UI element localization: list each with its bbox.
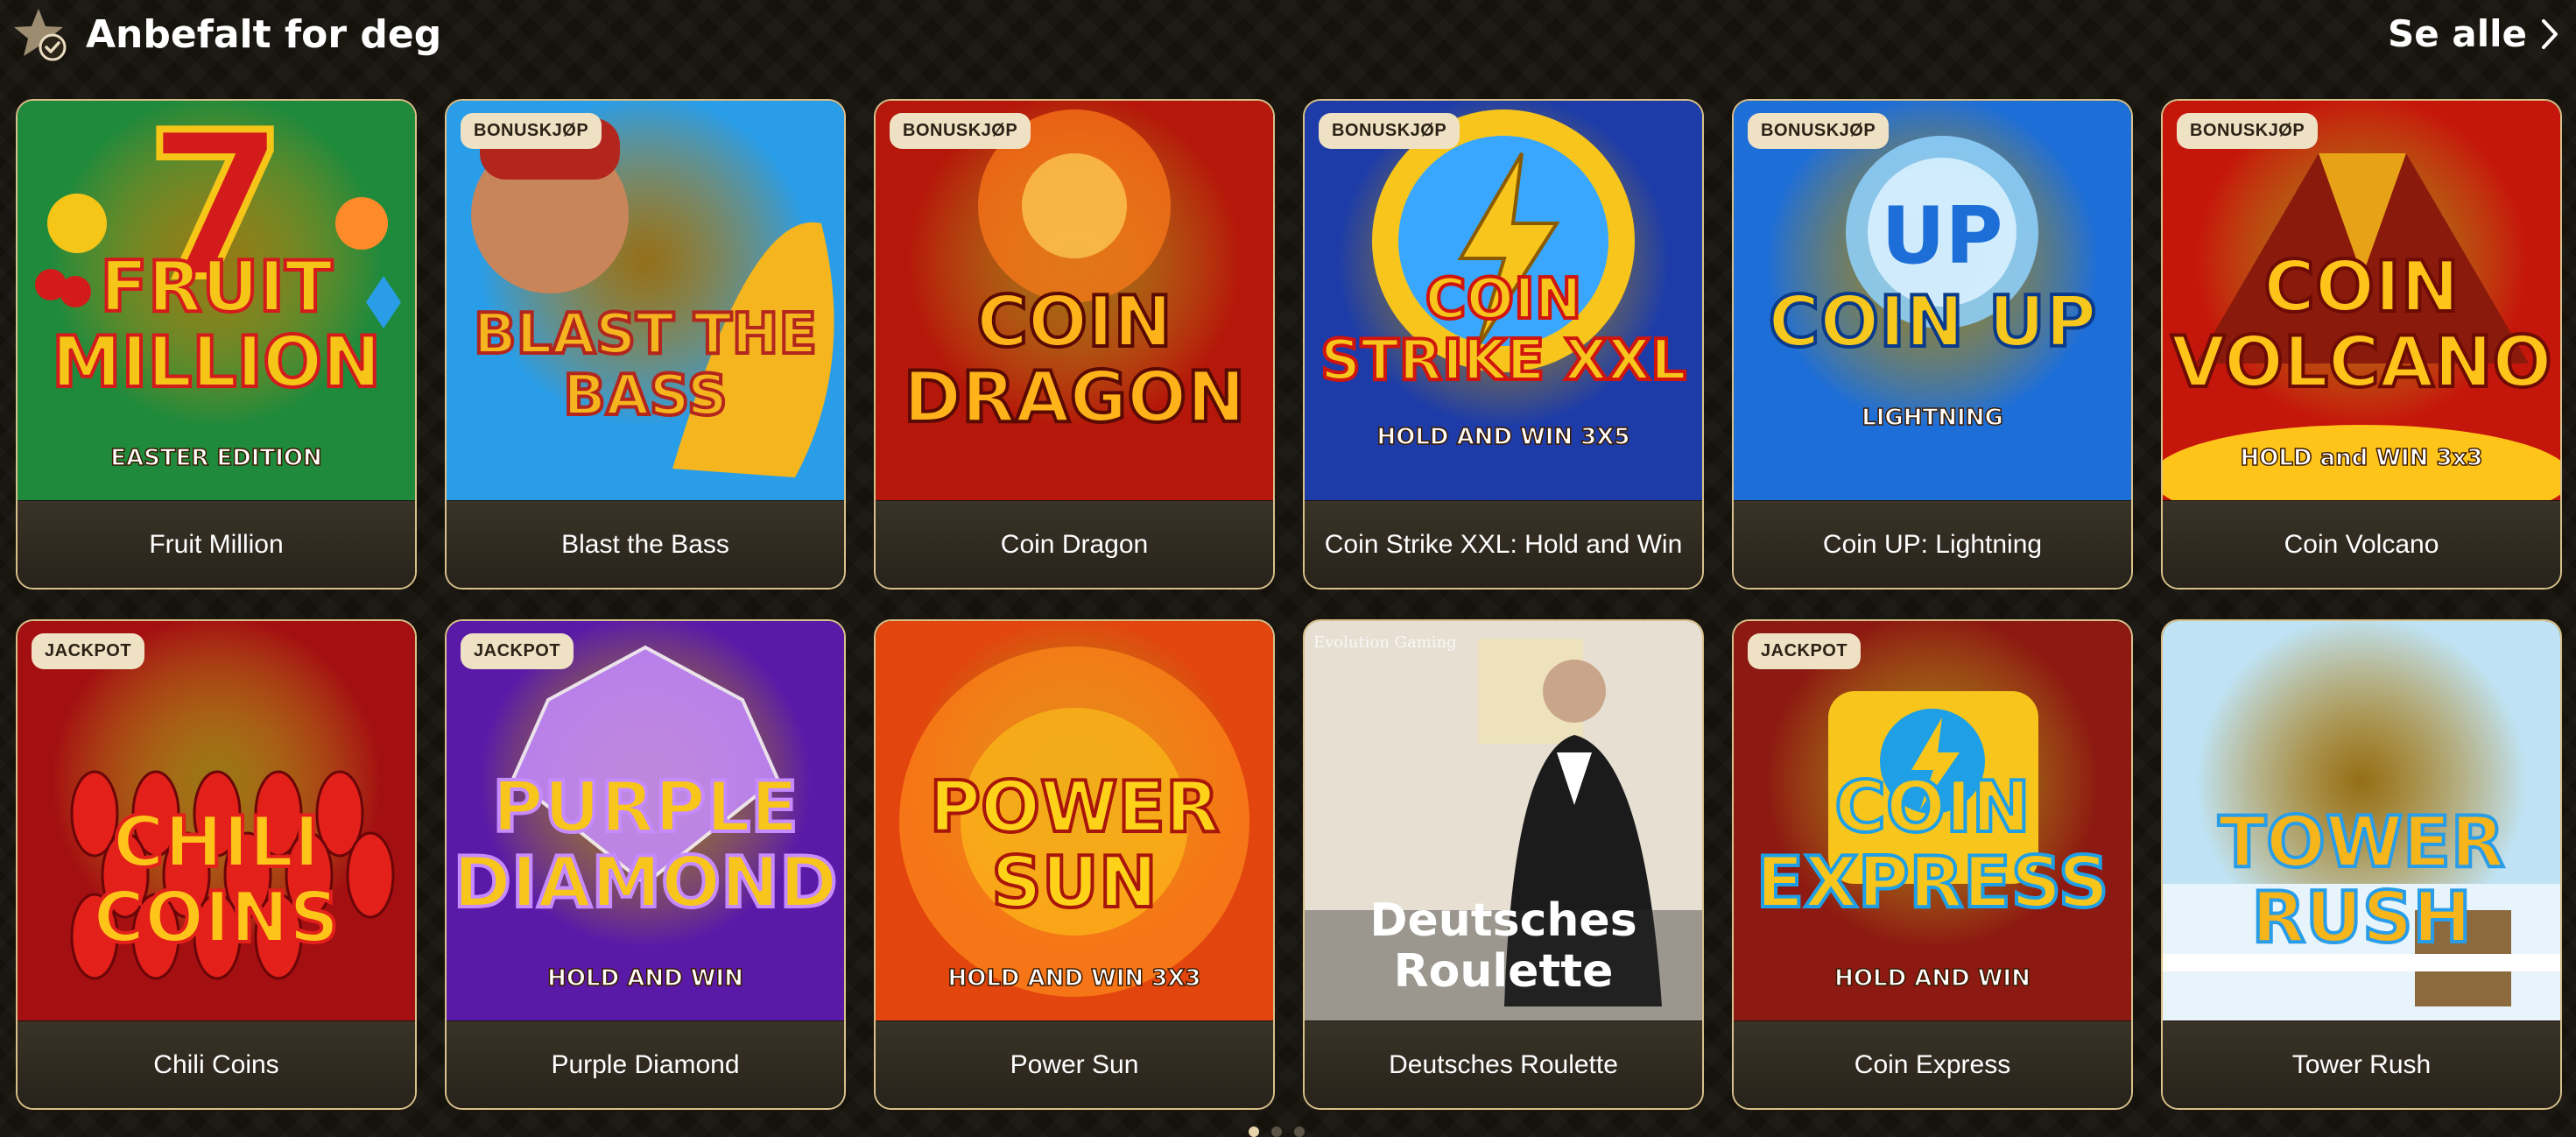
section-header: Anbefalt for deg Se alle: [0, 0, 2576, 79]
game-card[interactable]: PURPLE DIAMOND HOLD AND WIN JACKPOT Purple…: [445, 619, 846, 1110]
carousel-pager: [1249, 1126, 1305, 1137]
svg-text:BASS: BASS: [563, 364, 728, 428]
game-card-footer: Coin Express: [1734, 1020, 2131, 1108]
game-card[interactable]: 7 FRUIT MILLION EASTER EDITION Fruit Mill…: [16, 99, 417, 590]
svg-text:HOLD AND WIN 3X5: HOLD AND WIN 3X5: [1377, 424, 1630, 450]
svg-text:LIGHTNING: LIGHTNING: [1862, 405, 2003, 431]
game-grid: 7 FRUIT MILLION EASTER EDITION Fruit Mill…: [16, 99, 2562, 1110]
svg-text:HOLD AND WIN 3X3: HOLD AND WIN 3X3: [948, 965, 1201, 992]
svg-text:UP: UP: [1881, 190, 2002, 282]
game-name: Coin Express: [1854, 1049, 2011, 1079]
game-thumbnail[interactable]: COIN STRIKE XXL HOLD AND WIN 3X5: [1305, 101, 1702, 502]
svg-text:COIN: COIN: [1425, 267, 1582, 332]
game-name: Deutsches Roulette: [1389, 1049, 1618, 1079]
see-all-link[interactable]: Se alle: [2388, 12, 2560, 55]
game-thumbnail[interactable]: BLAST THE BASS: [447, 101, 844, 502]
see-all-label: Se alle: [2388, 12, 2527, 55]
game-card[interactable]: BLAST THE BASS BONUSKJØP Blast the Bass: [445, 99, 846, 590]
svg-text:FRUIT: FRUIT: [100, 246, 333, 328]
game-thumbnail[interactable]: Evolution Gaming Deutsches Roulette: [1305, 621, 1702, 1022]
game-card[interactable]: TOWER RUSH Tower Rush: [2161, 619, 2562, 1110]
game-card[interactable]: CHILI COINS JACKPOT Chili Coins: [16, 619, 417, 1110]
svg-text:RUSH: RUSH: [2251, 877, 2471, 958]
game-thumbnail[interactable]: TOWER RUSH: [2163, 621, 2560, 1022]
game-card-footer: Tower Rush: [2163, 1020, 2560, 1108]
game-thumbnail[interactable]: COIN EXPRESS HOLD AND WIN: [1734, 621, 2131, 1022]
svg-text:PURPLE: PURPLE: [492, 766, 798, 848]
svg-text:Evolution Gaming: Evolution Gaming: [1313, 633, 1457, 652]
game-thumbnail[interactable]: 7 FRUIT MILLION EASTER EDITION: [18, 101, 415, 502]
game-name: Fruit Million: [149, 529, 284, 559]
svg-text:MILLION: MILLION: [52, 321, 381, 403]
game-card[interactable]: COIN STRIKE XXL HOLD AND WIN 3X5 BONUSKJØ…: [1303, 99, 1704, 590]
game-card[interactable]: POWER SUN HOLD AND WIN 3X3 Power Sun: [874, 619, 1275, 1110]
svg-text:POWER: POWER: [929, 766, 1219, 848]
svg-text:Roulette: Roulette: [1394, 945, 1614, 998]
game-name: Blast the Bass: [561, 529, 729, 559]
svg-text:DRAGON: DRAGON: [904, 357, 1246, 438]
game-name: Coin Strike XXL: Hold and Win: [1324, 529, 1683, 559]
game-badge: BONUSKJØP: [1748, 113, 1890, 149]
star-check-icon: [14, 9, 67, 61]
svg-text:COINS: COINS: [93, 877, 339, 958]
pager-dot[interactable]: [1271, 1126, 1282, 1137]
game-card[interactable]: COIN VOLCANO HOLD and WIN 3x3 BONUSKJØP Co…: [2161, 99, 2562, 590]
game-thumbnail[interactable]: PURPLE DIAMOND HOLD AND WIN: [447, 621, 844, 1022]
game-card-footer: Chili Coins: [18, 1020, 415, 1108]
game-name: Coin Dragon: [1000, 529, 1149, 559]
pager-dot[interactable]: [1249, 1126, 1259, 1137]
game-card-footer: Coin Strike XXL: Hold and Win: [1305, 500, 1702, 588]
svg-text:EXPRESS: EXPRESS: [1756, 842, 2109, 923]
game-card[interactable]: COIN DRAGON BONUSKJØP Coin Dragon: [874, 99, 1275, 590]
game-name: Power Sun: [1010, 1049, 1139, 1079]
game-card-footer: Coin UP: Lightning: [1734, 500, 2131, 588]
game-card[interactable]: UP COIN UP LIGHTNING BONUSKJØP Coin UP: L…: [1732, 99, 2133, 590]
svg-text:Deutsches: Deutsches: [1369, 894, 1636, 947]
svg-text:STRIKE XXL: STRIKE XXL: [1320, 328, 1686, 393]
game-name: Chili Coins: [153, 1049, 279, 1079]
game-card-footer: Deutsches Roulette: [1305, 1020, 1702, 1108]
section-title: Anbefalt for deg: [86, 12, 442, 57]
chevron-right-icon: [2542, 18, 2558, 49]
svg-text:VOLCANO: VOLCANO: [2171, 321, 2551, 403]
game-thumbnail[interactable]: CHILI COINS: [18, 621, 415, 1022]
game-badge: BONUSKJØP: [2177, 113, 2319, 149]
svg-text:CHILI: CHILI: [113, 802, 320, 883]
game-card-footer: Blast the Bass: [447, 500, 844, 588]
svg-text:COIN: COIN: [2263, 246, 2459, 328]
svg-text:TOWER: TOWER: [2218, 802, 2504, 883]
game-thumbnail[interactable]: UP COIN UP LIGHTNING: [1734, 101, 2131, 502]
game-card-footer: Purple Diamond: [447, 1020, 844, 1108]
game-badge: JACKPOT: [32, 633, 145, 669]
svg-text:HOLD and WIN 3x3: HOLD and WIN 3x3: [2241, 445, 2483, 471]
svg-text:BLAST THE: BLAST THE: [474, 302, 817, 367]
svg-text:HOLD AND WIN: HOLD AND WIN: [547, 965, 743, 992]
svg-text:COIN: COIN: [1834, 766, 2030, 848]
game-thumbnail[interactable]: COIN VOLCANO HOLD and WIN 3x3: [2163, 101, 2560, 502]
game-badge: JACKPOT: [1748, 633, 1862, 669]
svg-text:SUN: SUN: [991, 842, 1158, 923]
game-badge: BONUSKJØP: [890, 113, 1031, 149]
game-card[interactable]: COIN EXPRESS HOLD AND WIN JACKPOT Coin Exp…: [1732, 619, 2133, 1110]
svg-text:HOLD AND WIN: HOLD AND WIN: [1834, 965, 2031, 992]
game-card-footer: Power Sun: [876, 1020, 1273, 1108]
game-card-footer: Coin Volcano: [2163, 500, 2560, 588]
game-badge: BONUSKJØP: [1319, 113, 1460, 149]
game-thumbnail[interactable]: POWER SUN HOLD AND WIN 3X3: [876, 621, 1273, 1022]
game-name: Purple Diamond: [551, 1049, 740, 1079]
svg-text:EASTER EDITION: EASTER EDITION: [110, 445, 321, 471]
game-name: Coin UP: Lightning: [1822, 529, 2043, 559]
svg-text:COIN UP: COIN UP: [1769, 281, 2097, 363]
game-name: Tower Rush: [2291, 1049, 2432, 1079]
game-badge: JACKPOT: [461, 633, 574, 669]
game-badge: BONUSKJØP: [461, 113, 602, 149]
game-thumbnail[interactable]: COIN DRAGON: [876, 101, 1273, 502]
game-name: Coin Volcano: [2284, 529, 2439, 559]
pager-dot[interactable]: [1294, 1126, 1305, 1137]
game-card-footer: Coin Dragon: [876, 500, 1273, 588]
svg-text:DIAMOND: DIAMOND: [453, 842, 837, 923]
svg-text:COIN: COIN: [976, 281, 1172, 363]
game-card[interactable]: Evolution Gaming Deutsches Roulette Deuts…: [1303, 619, 1704, 1110]
game-card-footer: Fruit Million: [18, 500, 415, 588]
